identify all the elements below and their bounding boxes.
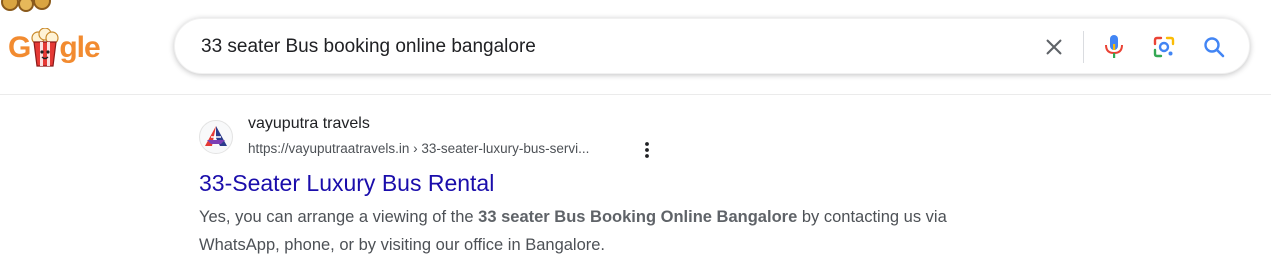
clear-search-button[interactable] bbox=[1039, 32, 1069, 62]
header-divider bbox=[0, 94, 1271, 95]
vayuputra-logo-icon bbox=[205, 126, 227, 146]
popcorn-icon bbox=[31, 28, 59, 67]
site-favicon bbox=[199, 120, 233, 154]
snippet-highlight: 33 seater Bus Booking Online Bangalore bbox=[478, 208, 798, 226]
result-options-button[interactable] bbox=[637, 138, 657, 162]
search-box bbox=[174, 18, 1250, 74]
snippet-text-start: Yes, you can arrange a viewing of the bbox=[199, 208, 479, 226]
more-vertical-icon bbox=[645, 142, 649, 158]
logo-letters-start: G bbox=[8, 31, 31, 64]
site-url: https://vayuputraatravels.in › 33-seater… bbox=[248, 141, 590, 156]
search-icon bbox=[1204, 37, 1225, 58]
camera-lens-icon bbox=[1153, 36, 1175, 58]
result-title-link[interactable]: 33-Seater Luxury Bus Rental bbox=[199, 169, 1019, 197]
doodle-decoration-icon bbox=[1, 0, 51, 12]
site-name: vayuputra travels bbox=[248, 115, 370, 132]
image-search-button[interactable] bbox=[1149, 32, 1179, 62]
logo-letters-end: gle bbox=[59, 31, 100, 64]
search-results-page: G gle 33 seater Bus booking online banga… bbox=[0, 0, 1271, 269]
close-icon bbox=[1046, 39, 1062, 55]
result-snippet: Yes, you can arrange a viewing of the 33… bbox=[199, 203, 1019, 259]
search-divider bbox=[1083, 31, 1084, 63]
microphone-icon bbox=[1105, 35, 1123, 58]
search-button[interactable] bbox=[1199, 32, 1229, 62]
voice-search-button[interactable] bbox=[1099, 32, 1129, 62]
result-source[interactable]: vayuputra travels https://vayuputraatrav… bbox=[199, 112, 1019, 160]
search-result: vayuputra travels https://vayuputraatrav… bbox=[199, 112, 1019, 259]
search-input[interactable] bbox=[201, 33, 1021, 61]
google-doodle-logo[interactable]: G gle bbox=[8, 26, 118, 70]
